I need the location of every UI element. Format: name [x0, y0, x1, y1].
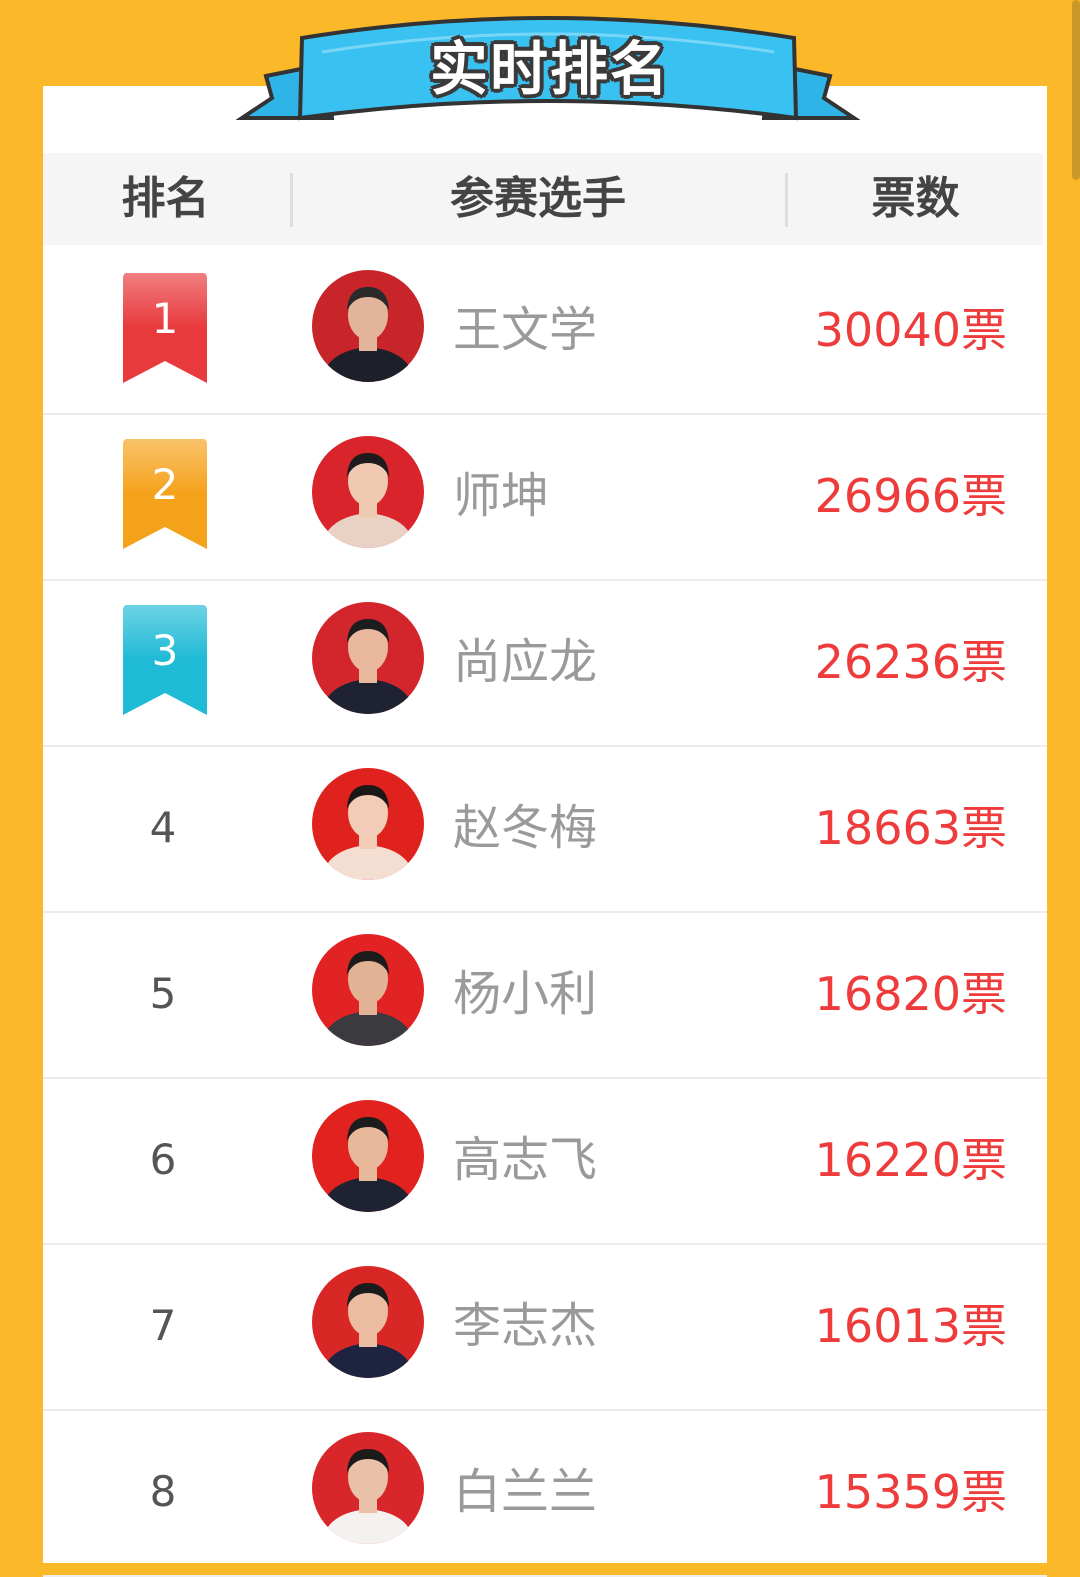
vote-count: 16820票: [814, 967, 1007, 1021]
table-row[interactable]: 1 王文学 30040票: [43, 247, 1047, 415]
avatar[interactable]: [311, 601, 425, 715]
avatar[interactable]: [311, 1265, 425, 1379]
table-row[interactable]: 8 白兰兰 15359票: [43, 1409, 1047, 1577]
contestant-name: 尚应龙: [453, 634, 598, 690]
table-row[interactable]: 3 尚应龙 26236票: [43, 579, 1047, 747]
header-votes: 票数: [871, 173, 960, 224]
page-title: 实时排名: [429, 35, 670, 103]
vote-count: 26966票: [814, 469, 1007, 523]
table-row[interactable]: 2 师坤 26966票: [43, 413, 1047, 581]
rank-number: 7: [149, 1301, 177, 1350]
scrollbar[interactable]: [1072, 0, 1080, 180]
rank-number: 8: [149, 1467, 177, 1516]
rank-number: 5: [149, 969, 177, 1018]
table-row[interactable]: 6 高志飞 16220票: [43, 1077, 1047, 1245]
rank-number: 6: [149, 1135, 177, 1184]
table-row[interactable]: 4 赵冬梅 18663票: [43, 745, 1047, 913]
rank-number: 3: [151, 626, 179, 675]
rank-number: 4: [149, 803, 177, 852]
table-row[interactable]: 7 李志杰 16013票: [43, 1243, 1047, 1411]
avatar[interactable]: [311, 435, 425, 549]
avatar[interactable]: [311, 1431, 425, 1545]
header-contestant: 参赛选手: [450, 173, 626, 224]
vote-count: 30040票: [814, 303, 1007, 357]
table-header: 排名 参赛选手 票数: [43, 153, 1043, 245]
contestant-name: 师坤: [453, 468, 550, 524]
avatar[interactable]: [311, 1099, 425, 1213]
contestant-name: 王文学: [453, 302, 598, 358]
avatar[interactable]: [311, 767, 425, 881]
avatar[interactable]: [311, 933, 425, 1047]
contestant-name: 李志杰: [453, 1298, 598, 1354]
avatar[interactable]: [311, 269, 425, 383]
vote-count: 26236票: [814, 635, 1007, 689]
header-rank: 排名: [121, 173, 210, 224]
contestant-name: 白兰兰: [453, 1464, 598, 1520]
vote-count: 16013票: [814, 1299, 1007, 1353]
contestant-name: 赵冬梅: [453, 800, 598, 856]
rank-number: 1: [151, 294, 179, 343]
rank-number: 2: [151, 460, 179, 509]
vote-count: 18663票: [814, 801, 1007, 855]
page-frame: 实时排名 排名 参赛选手 票数 1 王文学 30040票 2 师坤 26966票 3 尚应龙 2…: [0, 0, 1080, 1577]
vote-count: 15359票: [814, 1465, 1007, 1519]
contestant-name: 高志飞: [453, 1132, 598, 1188]
contestant-name: 杨小利: [453, 966, 598, 1022]
vote-count: 16220票: [814, 1133, 1007, 1187]
table-row[interactable]: 5 杨小利 16820票: [43, 911, 1047, 1079]
